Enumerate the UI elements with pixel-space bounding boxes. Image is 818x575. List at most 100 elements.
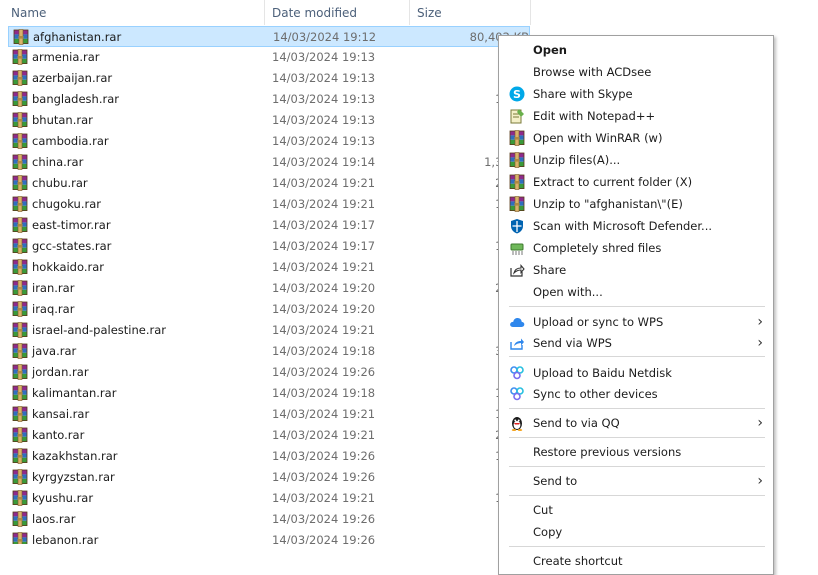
file-row[interactable]: afghanistan.rar14/03/2024 19:1280,402 KB [8, 26, 530, 47]
rar-archive-icon [12, 385, 28, 401]
file-row[interactable]: kazakhstan.rar14/03/2024 19:26135,6 [8, 446, 530, 467]
file-row[interactable]: jordan.rar14/03/2024 19:2625,7 [8, 362, 530, 383]
menu-item-defender[interactable]: Scan with Microsoft Defender... [501, 215, 771, 237]
file-row[interactable]: iraq.rar14/03/2024 19:2075,4 [8, 299, 530, 320]
menu-item-restore-versions[interactable]: Restore previous versions [501, 441, 771, 463]
rar-archive-icon [12, 406, 28, 422]
column-divider[interactable] [530, 0, 531, 25]
rar-archive-icon [12, 280, 28, 296]
file-name: azerbaijan.rar [32, 71, 113, 85]
file-name: bhutan.rar [32, 113, 93, 127]
menu-item-qq[interactable]: Send to via QQ › [501, 412, 771, 434]
menu-item-send-to[interactable]: Send to › [501, 470, 771, 492]
file-row[interactable]: bhutan.rar14/03/2024 19:1329,0 [8, 110, 530, 131]
menu-item-label: Edit with Notepad++ [533, 109, 656, 123]
winrar-icon [509, 196, 525, 212]
file-row[interactable]: chubu.rar14/03/2024 19:21267,3 [8, 173, 530, 194]
rar-archive-icon [12, 469, 28, 485]
menu-item-unzip-to[interactable]: Unzip to "afghanistan\"(E) [501, 193, 771, 215]
rar-archive-icon [12, 259, 28, 275]
menu-item-label: Send via WPS [533, 336, 612, 350]
file-date-modified: 14/03/2024 19:21 [272, 428, 376, 442]
menu-item-shred[interactable]: Completely shred files [501, 237, 771, 259]
column-header-size[interactable]: Size [417, 0, 527, 25]
file-row[interactable]: kanto.rar14/03/2024 19:21219,8 [8, 425, 530, 446]
share-icon [509, 262, 525, 278]
file-row[interactable]: east-timor.rar14/03/2024 19:178,3 [8, 215, 530, 236]
chevron-right-icon: › [757, 335, 763, 351]
file-date-modified: 14/03/2024 19:20 [272, 281, 376, 295]
menu-item-skype[interactable]: S Share with Skype [501, 83, 771, 105]
menu-item-sync-devices[interactable]: Sync to other devices [501, 383, 771, 405]
menu-item-open-with[interactable]: Open with... [501, 281, 771, 303]
file-row[interactable]: lebanon.rar14/03/2024 19:2635,7 [8, 530, 530, 544]
file-row[interactable]: chugoku.rar14/03/2024 19:21125,1 [8, 194, 530, 215]
file-name: china.rar [32, 155, 84, 169]
menu-item-unzip-files[interactable]: Unzip files(A)... [501, 149, 771, 171]
menu-item-wps-send[interactable]: Send via WPS › [501, 332, 771, 354]
file-row[interactable]: bangladesh.rar14/03/2024 19:13138,6 [8, 89, 530, 110]
winrar-icon [509, 152, 525, 168]
rar-archive-icon [12, 154, 28, 170]
file-row[interactable]: azerbaijan.rar14/03/2024 19:1346,7 [8, 68, 530, 89]
file-row[interactable]: china.rar14/03/2024 19:141,359,8 [8, 152, 530, 173]
file-list: afghanistan.rar14/03/2024 19:1280,402 KB… [0, 26, 530, 544]
menu-item-baidu[interactable]: Upload to Baidu Netdisk [501, 362, 771, 384]
menu-item-extract-here[interactable]: Extract to current folder (X) [501, 171, 771, 193]
file-row[interactable]: kansai.rar14/03/2024 19:21152,4 [8, 404, 530, 425]
menu-separator [509, 408, 765, 409]
menu-item-label: Upload or sync to WPS [533, 315, 664, 329]
menu-separator [509, 437, 765, 438]
menu-item-label: Unzip to "afghanistan\"(E) [533, 197, 683, 211]
file-row[interactable]: kyushu.rar14/03/2024 19:21188,2 [8, 488, 530, 509]
menu-separator [509, 466, 765, 467]
rar-archive-icon [12, 301, 28, 317]
column-divider[interactable] [409, 0, 410, 25]
file-date-modified: 14/03/2024 19:17 [272, 239, 376, 253]
file-name: israel-and-palestine.rar [32, 323, 167, 337]
column-divider[interactable] [264, 0, 265, 25]
menu-item-winrar-open[interactable]: Open with WinRAR (w) [501, 127, 771, 149]
menu-item-open[interactable]: Open [501, 39, 771, 61]
menu-item-label: Open [533, 43, 567, 57]
file-row[interactable]: israel-and-palestine.rar 14/03/2024 19:21… [8, 320, 530, 341]
file-date-modified: 14/03/2024 19:21 [272, 323, 376, 337]
file-date-modified: 14/03/2024 19:14 [272, 155, 376, 169]
menu-item-share[interactable]: Share [501, 259, 771, 281]
rar-archive-icon [12, 175, 28, 191]
rar-archive-icon [12, 322, 28, 338]
file-date-modified: 14/03/2024 19:26 [272, 512, 376, 526]
file-row[interactable]: gcc-states.rar14/03/2024 19:17190,1 [8, 236, 530, 257]
notepad-plus-plus-icon [509, 108, 525, 124]
menu-item-acdsee[interactable]: Browse with ACDsee [501, 61, 771, 83]
menu-item-wps-upload[interactable]: Upload or sync to WPS › [501, 311, 771, 333]
menu-item-copy[interactable]: Copy [501, 521, 771, 543]
file-row[interactable]: iran.rar14/03/2024 19:20221,8 [8, 278, 530, 299]
menu-item-notepad[interactable]: Edit with Notepad++ [501, 105, 771, 127]
menu-item-label: Share [533, 263, 567, 277]
file-name: chugoku.rar [32, 197, 101, 211]
rar-archive-icon [12, 364, 28, 380]
rar-archive-icon [12, 532, 28, 544]
file-row[interactable]: java.rar14/03/2024 19:18359,5 [8, 341, 530, 362]
file-name: kyushu.rar [32, 491, 94, 505]
menu-item-cut[interactable]: Cut [501, 499, 771, 521]
file-name: cambodia.rar [32, 134, 109, 148]
file-row[interactable]: laos.rar14/03/2024 19:2650,9 [8, 509, 530, 530]
file-row[interactable]: cambodia.rar14/03/2024 19:1330,3 [8, 131, 530, 152]
column-header-name[interactable]: Name [11, 0, 261, 25]
file-row[interactable]: hokkaido.rar14/03/2024 19:2190,3 [8, 257, 530, 278]
baidu-sync-icon [509, 386, 525, 402]
file-date-modified: 14/03/2024 19:21 [272, 491, 376, 505]
menu-item-create-shortcut[interactable]: Create shortcut [501, 550, 771, 572]
winrar-icon [509, 174, 525, 190]
file-name: gcc-states.rar [32, 239, 112, 253]
file-row[interactable]: kalimantan.rar14/03/2024 19:18100,3 [8, 383, 530, 404]
rar-archive-icon [12, 133, 28, 149]
file-name: bangladesh.rar [32, 92, 119, 106]
file-row[interactable]: armenia.rar14/03/2024 19:1346,3 [8, 47, 530, 68]
context-menu: Open Browse with ACDsee S Share with Sky… [498, 35, 774, 575]
file-row[interactable]: kyrgyzstan.rar14/03/2024 19:2627,3 [8, 467, 530, 488]
column-header-date[interactable]: Date modified [272, 0, 402, 25]
file-name: kansai.rar [32, 407, 90, 421]
